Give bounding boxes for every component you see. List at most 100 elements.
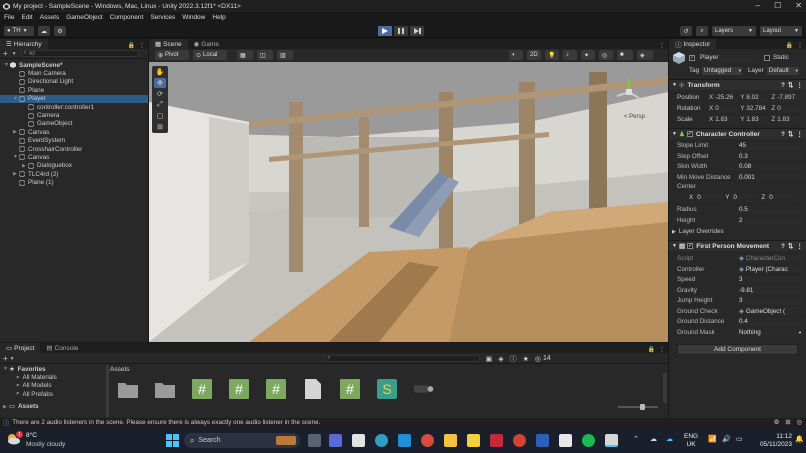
position-y-field[interactable]: 8.02 — [745, 93, 770, 102]
preset-icon[interactable]: ⇅ — [788, 130, 794, 138]
task-view-icon[interactable] — [308, 434, 321, 447]
move-tool-icon[interactable]: ✥ — [154, 78, 166, 88]
volume-icon[interactable]: 🔊 — [722, 435, 731, 443]
hierarchy-item[interactable]: Main Camera — [0, 69, 148, 77]
preset-icon[interactable]: ⇅ — [788, 242, 794, 250]
grid-snap-icon[interactable]: ▦ — [237, 50, 253, 60]
scale-y-field[interactable]: 1.83 — [745, 115, 770, 124]
script-asset-icon[interactable]: # — [229, 378, 249, 400]
more-icon[interactable]: ⋮ — [659, 346, 665, 353]
active-checkbox[interactable]: ✓ — [689, 54, 695, 61]
favorites-item[interactable]: ⌕ All Materials — [0, 373, 106, 382]
more-icon[interactable]: ⋮ — [797, 42, 803, 49]
favorites-folder[interactable]: ▼ ★ Favorites — [0, 365, 106, 373]
cache-icon[interactable]: ⊞ — [785, 419, 790, 426]
layer-dropdown[interactable]: Default ▼ — [766, 66, 799, 75]
lighting-icon[interactable]: 💡 — [545, 50, 559, 60]
hierarchy-item[interactable]: ▼ Canvas — [0, 153, 148, 161]
filter-search-icon[interactable]: ⓘ — [510, 354, 517, 364]
first-person-movement-value-field[interactable]: 3 — [737, 296, 804, 305]
hierarchy-item[interactable]: EventSystem — [0, 137, 148, 145]
unity-editor-icon[interactable] — [605, 434, 618, 447]
grid-visibility-icon[interactable]: ▥ — [277, 50, 293, 60]
pivot-dropdown[interactable]: ⊕ Pivot — [155, 50, 189, 60]
menu-help[interactable]: Help — [212, 14, 225, 21]
height-field[interactable]: 2 — [737, 216, 804, 225]
layers-dropdown[interactable]: Layers ▼ — [712, 26, 756, 36]
maximize-icon[interactable]: ☐ — [774, 1, 781, 10]
shader-asset-icon[interactable]: S — [377, 378, 397, 400]
menu-gameobject[interactable]: GameObject — [66, 14, 103, 21]
filter-type-icon[interactable]: ▣ — [486, 355, 493, 363]
scene-root-item[interactable]: ▼ SampleScene* — [0, 61, 148, 69]
transform-header[interactable]: ▼ ⊹ Transform ? ⇅ ⋮ — [669, 79, 806, 90]
add-icon[interactable]: + — [3, 49, 8, 58]
local-dropdown[interactable]: ⊙ Local — [193, 50, 227, 60]
hierarchy-item[interactable]: Directional Light — [0, 78, 148, 86]
hierarchy-item[interactable]: ▶ Dialoguebox — [0, 162, 148, 170]
hierarchy-item[interactable]: Plane (1) — [0, 178, 148, 186]
tab-project[interactable]: ▭ Project — [0, 343, 41, 353]
first-person-movement-value-field[interactable]: -9.81 — [737, 286, 804, 294]
step-button[interactable] — [410, 26, 424, 36]
layer-overrides-foldout[interactable]: ▶ Layer Overrides — [672, 227, 799, 236]
onedrive-icon[interactable]: ☁ — [650, 435, 657, 443]
character-controller-value-field[interactable]: 0.001 — [737, 173, 804, 181]
assets-breadcrumb[interactable]: Assets — [110, 366, 130, 373]
menu-edit[interactable]: Edit — [21, 14, 32, 21]
camera-settings-icon[interactable]: ■ — [617, 50, 633, 60]
history-icon[interactable]: ↺ — [680, 26, 692, 36]
first-person-movement-value-field[interactable]: ◈ GameObject ( — [737, 307, 804, 315]
first-person-movement-header[interactable]: ▼ ▤ ✓ First Person Movement ? ⇅ ⋮ — [669, 240, 806, 251]
hierarchy-item[interactable]: CrosshairController — [0, 145, 148, 153]
rotation-x-field[interactable]: 0 — [714, 104, 739, 113]
favorites-item[interactable]: ⌕ All Prefabs — [0, 390, 106, 398]
help-icon[interactable]: ? — [781, 82, 785, 89]
start-icon[interactable] — [166, 434, 179, 447]
status-bar[interactable]: ⓘ There are 2 audio listeners in the sce… — [0, 418, 806, 427]
menu-window[interactable]: Window — [182, 14, 205, 21]
object-name-field[interactable]: Player — [698, 53, 758, 62]
assets-scrollbar[interactable] — [663, 373, 667, 403]
center-x-field[interactable]: 0 — [695, 193, 724, 202]
icon-size-slider[interactable] — [618, 404, 658, 410]
tag-dropdown[interactable]: Untagged ▼ — [702, 66, 742, 75]
script-asset-icon[interactable]: # — [340, 378, 360, 400]
tab-hierarchy[interactable]: ☰ Hierarchy — [0, 39, 48, 49]
folder-asset-icon[interactable] — [118, 378, 138, 400]
gizmos-icon[interactable]: ◈ — [637, 50, 653, 60]
audio-icon[interactable]: ♪ — [563, 50, 577, 60]
hidden-packages-icon[interactable]: ◎ — [535, 355, 541, 363]
lock-icon[interactable]: 🔒 — [786, 42, 793, 49]
menu-assets[interactable]: Assets — [40, 14, 60, 21]
slider-handle[interactable] — [640, 404, 645, 410]
snap-increment-icon[interactable]: ◫ — [257, 50, 273, 60]
hierarchy-item[interactable]: Camera — [0, 111, 148, 119]
character-controller-value-field[interactable]: 0.3 — [737, 152, 804, 160]
help-icon[interactable]: ? — [781, 131, 785, 138]
account-button[interactable]: ● TH ▼ — [4, 26, 34, 36]
folder-asset-icon[interactable] — [155, 378, 175, 400]
scale-x-field[interactable]: 1.83 — [714, 115, 739, 124]
rotation-y-field[interactable]: 32.784 — [745, 104, 770, 113]
debug-icon[interactable]: ◎ — [797, 419, 803, 426]
center-y-field[interactable]: 0 — [731, 193, 760, 202]
first-person-movement-value-field[interactable]: Nothing ▼ — [737, 328, 804, 336]
rect-tool-icon[interactable]: ▢ — [154, 111, 166, 121]
lock-icon[interactable]: 🔒 — [128, 42, 135, 49]
character-controller-value-field[interactable]: 0.08 — [737, 162, 804, 171]
material-asset-icon[interactable] — [414, 378, 434, 400]
file-explorer-icon[interactable] — [444, 434, 457, 447]
taskbar-search[interactable]: ⌕ Search — [184, 433, 300, 448]
cloud-icon[interactable]: ☁ — [38, 26, 50, 36]
hierarchy-item[interactable]: Plane — [0, 86, 148, 94]
more-icon[interactable]: ⋮ — [139, 42, 145, 49]
add-icon[interactable]: + — [3, 354, 8, 363]
chrome-icon[interactable] — [421, 434, 434, 447]
menu-component[interactable]: Component — [110, 14, 144, 21]
chevron-down-icon[interactable]: ▼ — [12, 51, 17, 57]
script-asset-icon[interactable]: # — [192, 378, 212, 400]
app-red-icon[interactable] — [490, 434, 503, 447]
cloud-sync-icon[interactable]: ☁ — [666, 435, 673, 443]
favorites-item[interactable]: ⌕ All Models — [0, 382, 106, 390]
